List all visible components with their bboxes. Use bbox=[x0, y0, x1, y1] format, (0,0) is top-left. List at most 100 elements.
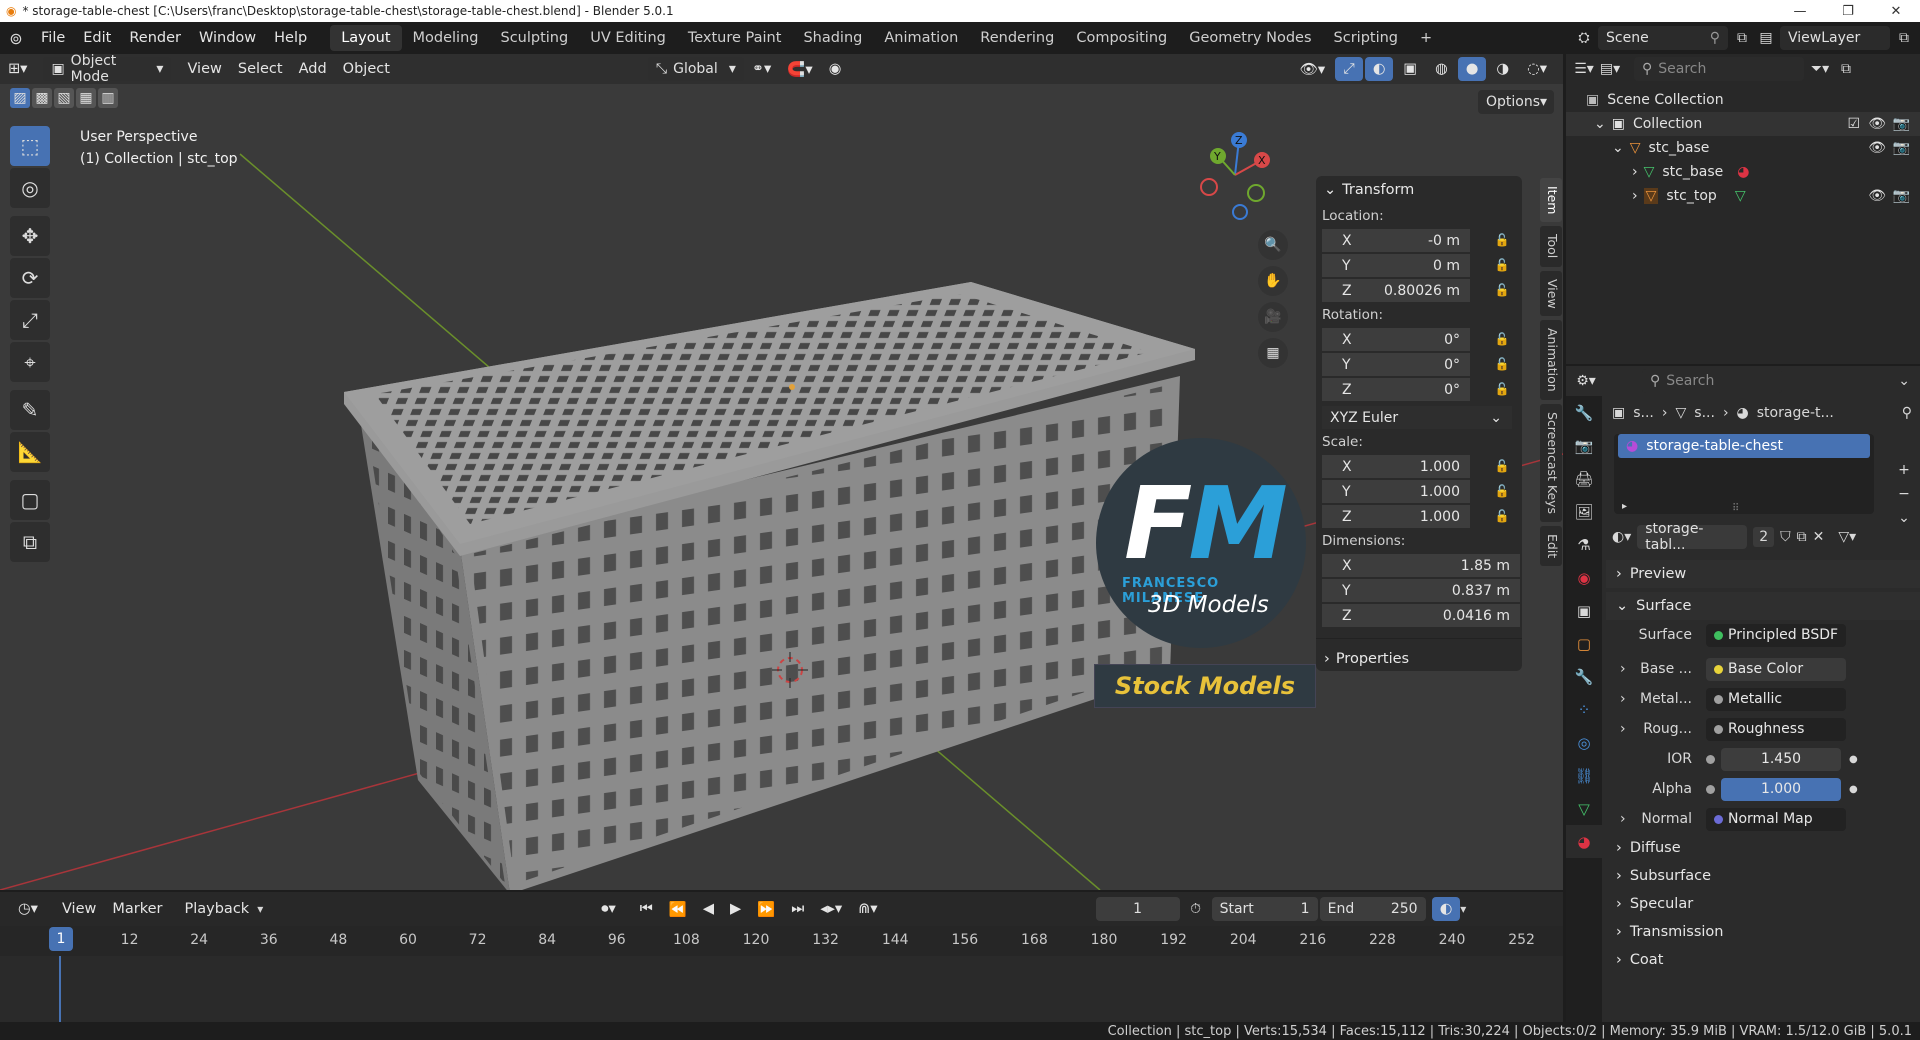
tab-compositing[interactable]: Compositing bbox=[1065, 25, 1178, 51]
tab-tool[interactable]: Tool bbox=[1540, 226, 1562, 267]
menu-render[interactable]: Render bbox=[120, 25, 190, 51]
metallic-field[interactable]: Metallic bbox=[1706, 687, 1846, 711]
close-button[interactable]: ✕ bbox=[1872, 4, 1920, 19]
menu-window[interactable]: Window bbox=[190, 25, 265, 51]
minimize-button[interactable]: — bbox=[1776, 4, 1824, 19]
rotate-tool-icon[interactable]: ⟳ bbox=[10, 258, 50, 298]
outliner-row-collection[interactable]: ⌄ ▣ Collection ☑ 👁 📷 bbox=[1566, 112, 1920, 136]
jump-end-icon[interactable]: ⏭ bbox=[783, 897, 812, 921]
overlay-toggle-icon[interactable]: ◐ bbox=[1431, 897, 1461, 921]
lock-icon[interactable]: 🔓 bbox=[1494, 357, 1510, 373]
add-cube-tool-icon[interactable]: ▢ bbox=[10, 480, 50, 520]
base-color-field[interactable]: Base Color bbox=[1706, 657, 1846, 681]
tab-rendering[interactable]: Rendering bbox=[969, 25, 1065, 51]
particles-tab-icon[interactable]: ⁘ bbox=[1566, 693, 1602, 726]
output-tab-icon[interactable]: 🖨 bbox=[1566, 462, 1602, 495]
material-link-icon[interactable]: ▽▾ bbox=[1838, 529, 1856, 545]
lock-icon[interactable]: 🔓 bbox=[1494, 283, 1510, 299]
overlay-toggle-icon[interactable]: ◐ bbox=[1364, 57, 1394, 81]
outliner-row-stc-base-mesh[interactable]: › ▽ stc_base ◕ bbox=[1566, 160, 1920, 184]
play-reverse-icon[interactable]: ◀ bbox=[695, 897, 722, 921]
select-invert-icon[interactable]: ▦ bbox=[76, 88, 96, 108]
preview-section-header[interactable]: › Preview bbox=[1606, 560, 1920, 588]
view-layer-tab-icon[interactable]: 🖼 bbox=[1566, 495, 1602, 528]
specular-subsection[interactable]: › Specular bbox=[1606, 890, 1920, 918]
render-tab-icon[interactable]: 📷 bbox=[1566, 429, 1602, 462]
extrude-tool-icon[interactable]: ⧉ bbox=[10, 522, 50, 562]
camera-icon[interactable]: 📷 bbox=[1893, 140, 1910, 156]
menu-edit[interactable]: Edit bbox=[74, 25, 120, 51]
chevron-down-icon[interactable]: ⌄ bbox=[1612, 140, 1624, 156]
scale-tool-icon[interactable]: ⤢ bbox=[10, 300, 50, 340]
jump-keyframe-back-icon[interactable]: ⏪ bbox=[661, 897, 695, 921]
transform-section-header[interactable]: ⌄ Transform bbox=[1316, 176, 1522, 204]
duplicate-icon[interactable]: ⧉ bbox=[1797, 529, 1807, 545]
jump-keyframe-forward-icon[interactable]: ⏩ bbox=[749, 897, 783, 921]
tab-item[interactable]: Item bbox=[1540, 178, 1562, 223]
new-view-layer-icon[interactable]: ⧉ bbox=[1894, 28, 1914, 48]
diffuse-subsection[interactable]: › Diffuse bbox=[1606, 834, 1920, 862]
roughness-field[interactable]: Roughness bbox=[1706, 717, 1846, 741]
scene-selector[interactable]: Scene ⚲ bbox=[1598, 26, 1728, 50]
eye-icon[interactable]: 👁 bbox=[1868, 116, 1886, 132]
new-scene-icon[interactable]: ⧉ bbox=[1732, 28, 1752, 48]
properties-search-input[interactable]: ⚲ Search bbox=[1642, 369, 1782, 393]
timeline-menu-playback[interactable]: Playback bbox=[176, 897, 257, 921]
filter-icon[interactable]: ⏷▾ bbox=[1810, 59, 1830, 79]
chevron-right-icon[interactable]: › bbox=[1606, 661, 1626, 677]
tab-view[interactable]: View bbox=[1540, 270, 1562, 317]
lock-icon[interactable]: 🔓 bbox=[1494, 382, 1510, 398]
properties-section-header[interactable]: › Properties bbox=[1316, 638, 1522, 678]
cursor-tool-icon[interactable]: ◎ bbox=[10, 168, 50, 208]
select-subtract-icon[interactable]: ▧ bbox=[54, 88, 74, 108]
snapping-icon[interactable]: ⋒▾ bbox=[850, 897, 885, 921]
menu-select[interactable]: Select bbox=[230, 57, 291, 81]
rotation-y-field[interactable]: Y 0° bbox=[1322, 353, 1470, 376]
ior-field[interactable]: 1.450 bbox=[1721, 747, 1841, 771]
wireframe-shading-icon[interactable]: ◍ bbox=[1427, 57, 1456, 81]
lock-icon[interactable]: 🔓 bbox=[1494, 509, 1510, 525]
navigation-gizmo[interactable]: Z X Y bbox=[1190, 130, 1280, 220]
coat-subsection[interactable]: › Coat bbox=[1606, 946, 1920, 974]
lock-icon[interactable]: 🔓 bbox=[1494, 332, 1510, 348]
menu-view[interactable]: View bbox=[179, 57, 229, 81]
lock-icon[interactable]: 🔓 bbox=[1494, 484, 1510, 500]
chevron-right-icon[interactable]: › bbox=[1606, 691, 1626, 707]
scene-tab-icon[interactable]: ⚗ bbox=[1566, 528, 1602, 561]
outliner-row-stc-base[interactable]: ⌄ ▽ stc_base 👁 📷 bbox=[1566, 136, 1920, 160]
dimensions-x-field[interactable]: X 1.85 m bbox=[1322, 554, 1520, 577]
timeline-ruler[interactable]: 1 12 24 36 48 60 72 84 96 108 120 132 144 156 168 180 19… bbox=[0, 926, 1563, 956]
user-count[interactable]: 2 bbox=[1753, 527, 1775, 547]
outliner-row-scene-collection[interactable]: ▣ Scene Collection bbox=[1566, 88, 1920, 112]
material-browse-icon[interactable]: ◐▾ bbox=[1612, 529, 1631, 545]
tab-texture-paint[interactable]: Texture Paint bbox=[677, 25, 793, 51]
eye-icon[interactable]: 👁 bbox=[1868, 140, 1886, 156]
chevron-down-icon[interactable]: ⌄ bbox=[1898, 373, 1920, 389]
expand-arrow-icon[interactable]: ▸ bbox=[1622, 501, 1627, 512]
alpha-field[interactable]: 1.000 bbox=[1721, 777, 1841, 801]
rendered-shading-icon[interactable]: ◌▾ bbox=[1519, 57, 1555, 81]
material-shading-icon[interactable]: ◑ bbox=[1488, 57, 1517, 81]
start-frame-field[interactable]: Start 1 bbox=[1211, 897, 1318, 921]
mode-dropdown[interactable]: ▣ Object Mode ▾ bbox=[43, 54, 172, 85]
rotation-mode-dropdown[interactable]: XYZ Euler ⌄ bbox=[1322, 406, 1512, 429]
zoom-icon[interactable]: 🔍 bbox=[1258, 230, 1288, 260]
outliner-search-input[interactable]: ⚲ Search bbox=[1634, 57, 1804, 81]
display-mode-icon[interactable]: ▤▾ bbox=[1600, 59, 1620, 79]
material-tab-icon[interactable]: ◕ bbox=[1566, 825, 1602, 858]
move-tool-icon[interactable]: ✥ bbox=[10, 216, 50, 256]
timeline-menu-marker[interactable]: Marker bbox=[104, 897, 170, 921]
gizmo-toggle-icon[interactable]: ⤢ bbox=[1335, 57, 1363, 81]
tab-shading[interactable]: Shading bbox=[792, 25, 873, 51]
chevron-down-icon[interactable]: ⌄ bbox=[1594, 116, 1606, 132]
pan-hand-icon[interactable]: ✋ bbox=[1258, 266, 1288, 296]
menu-file[interactable]: File bbox=[32, 25, 74, 51]
transform-tool-icon[interactable]: ⌖ bbox=[10, 342, 50, 382]
chevron-right-icon[interactable]: › bbox=[1632, 164, 1638, 180]
end-frame-field[interactable]: End 250 bbox=[1319, 897, 1426, 921]
timeline-body[interactable] bbox=[0, 956, 1563, 1022]
editor-type-icon[interactable]: ⊞▾ bbox=[0, 57, 35, 81]
data-tab-icon[interactable]: ▽ bbox=[1566, 792, 1602, 825]
properties-editor-icon[interactable]: ⚙▾ bbox=[1576, 371, 1596, 391]
select-intersect-icon[interactable]: ▥ bbox=[98, 88, 118, 108]
